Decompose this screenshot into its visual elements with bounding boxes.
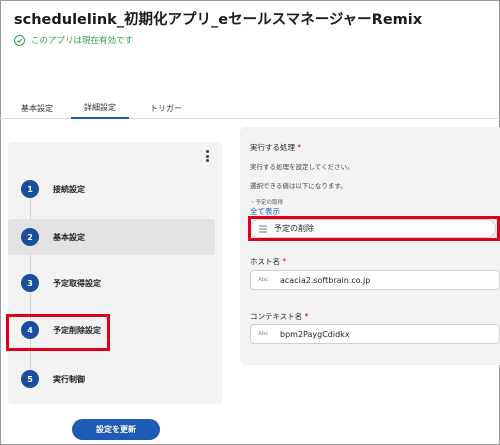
tab-trigger[interactable]: トリガー <box>144 97 188 119</box>
step-label: 接続設定 <box>53 184 85 194</box>
host-input-value: acacia2.softbrain.co.jp <box>280 275 371 285</box>
text-type-icon: Abc <box>258 331 269 337</box>
text-type-icon: Abc <box>258 277 269 283</box>
action-label: 実行する処理 * <box>250 143 302 152</box>
kebab-menu-icon[interactable] <box>206 150 210 164</box>
tab-basic-settings[interactable]: 基本設定 <box>14 97 60 119</box>
action-help-text-1: 実行する処理を設定してください。 <box>250 163 354 171</box>
app-status: このアプリは現在有効です <box>14 34 133 46</box>
tab-advanced-settings[interactable]: 詳細設定 <box>71 97 129 119</box>
context-input[interactable]: Abc bpm2PaygCdidkx <box>250 324 500 344</box>
status-text: このアプリは現在有効です <box>31 36 134 46</box>
context-label: コンテキスト名 * <box>250 312 309 321</box>
highlight-box-step4 <box>6 314 110 351</box>
step-basic-settings[interactable]: 2 基本設定 <box>8 219 215 255</box>
app-title: schedulelink_初期化アプリ_eセールスマネージャーRemix <box>14 12 423 28</box>
context-input-value: bpm2PaygCdidkx <box>280 329 350 339</box>
update-settings-button[interactable]: 設定を更新 <box>72 419 160 440</box>
check-circle-icon <box>14 34 25 46</box>
host-label: ホスト名 * <box>250 257 287 266</box>
step-label: 予定取得設定 <box>53 278 101 288</box>
step-number: 1 <box>21 180 39 198</box>
action-option-hint: ・予定の取得 <box>250 200 284 206</box>
action-help-text-2: 選択できる値は以下になります。 <box>250 182 347 190</box>
step-number: 5 <box>21 370 39 388</box>
step-schedule-fetch-settings[interactable]: 3 予定取得設定 <box>8 265 215 301</box>
required-mark: * <box>304 312 309 321</box>
settings-tabs: 基本設定 詳細設定 トリガー <box>0 95 500 119</box>
step-connection-settings[interactable]: 1 接続設定 <box>8 171 215 207</box>
step-execution-control[interactable]: 5 実行制御 <box>8 361 215 397</box>
step-label: 実行制御 <box>53 374 85 384</box>
required-mark: * <box>297 143 302 152</box>
required-mark: * <box>282 257 287 266</box>
highlight-box-action-select <box>248 216 500 241</box>
step-number: 3 <box>21 274 39 292</box>
step-label: 基本設定 <box>53 232 85 242</box>
step-number: 2 <box>21 228 39 246</box>
host-input[interactable]: Abc acacia2.softbrain.co.jp <box>250 270 500 290</box>
